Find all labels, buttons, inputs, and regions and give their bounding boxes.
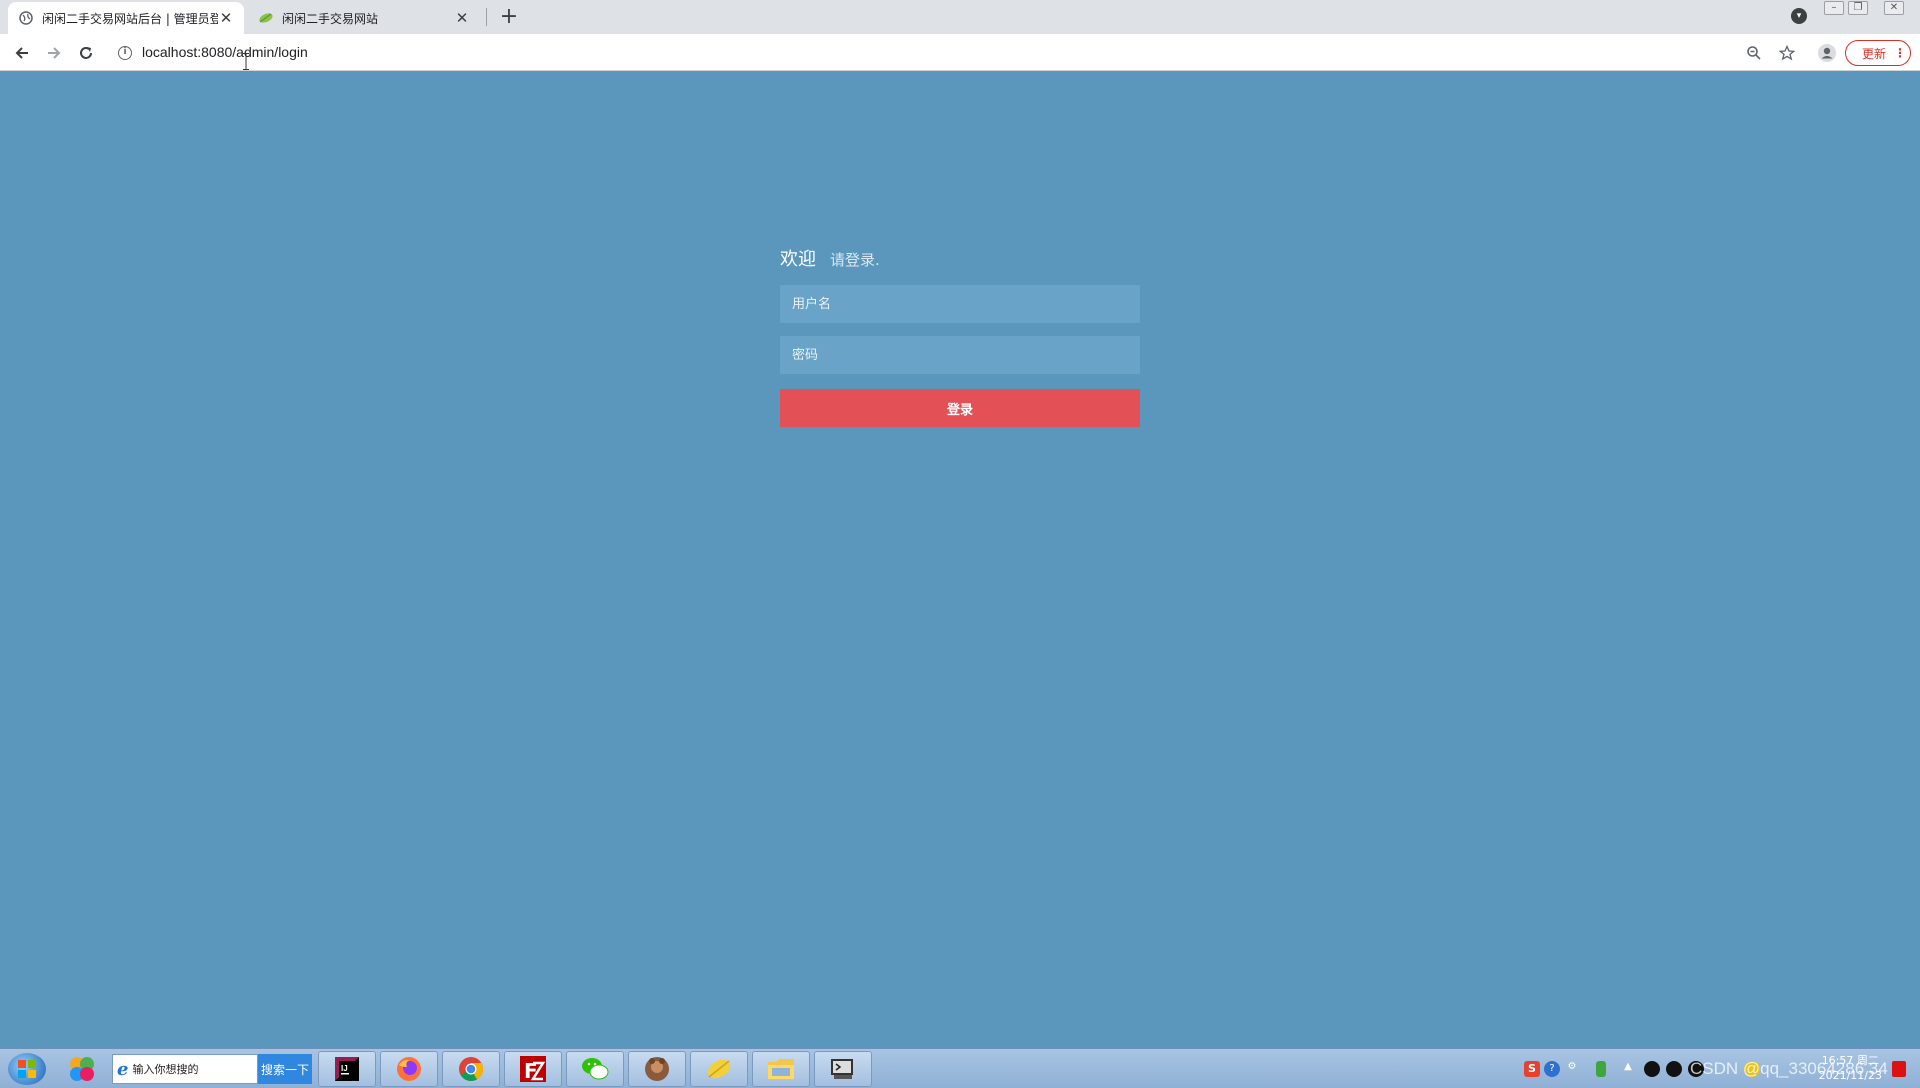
tray-expand-icon[interactable]: ▲ [1620,1061,1636,1077]
reload-button[interactable] [73,40,99,66]
sogou-input-icon[interactable]: S [1524,1061,1540,1077]
profile-avatar-icon[interactable] [1817,43,1837,63]
watermark: CSDN @qq_33064286 34 [1690,1059,1888,1078]
close-icon[interactable]: ✕ [454,10,470,26]
address-bar[interactable]: i localhost:8080/admin/login [110,39,1776,67]
search-placeholder: 输入你想搜的 [132,1063,199,1076]
arrow-left-icon [15,47,28,59]
filezilla-icon[interactable]: F [504,1051,562,1087]
minimize-button[interactable]: – [1824,1,1844,15]
ie-icon: e [117,1058,129,1080]
login-button[interactable]: 登录 [780,389,1140,427]
tab-title: 闲闲二手交易网站后台 | 管理员登 [42,11,218,26]
close-window-button[interactable]: ✕ [1884,1,1904,15]
login-form: 欢迎 请登录. 登录 [780,245,1140,427]
username-input[interactable] [780,285,1140,323]
reload-icon [80,47,92,59]
taskbar: e 输入你想搜的 搜索一下 IJ F S ? ⚙ ▲ 16:57 周二 2021… [0,1048,1920,1088]
password-input[interactable] [780,336,1140,374]
help-icon[interactable]: ? [1544,1061,1560,1077]
taskbar-search-box[interactable]: e 输入你想搜的 [112,1054,258,1084]
update-label: 更新 [1862,46,1887,61]
welcome-title: 欢迎 [780,249,816,270]
ime-settings-icon[interactable]: ⚙ [1564,1061,1580,1077]
firefox-icon[interactable] [380,1051,438,1087]
bookmark-star-icon[interactable] [1777,43,1797,63]
tab-search-icon[interactable]: ▾ [1791,8,1807,24]
close-icon[interactable]: ✕ [218,10,234,26]
update-button[interactable]: 更新 ⋮ [1845,40,1911,66]
file-explorer-icon[interactable] [752,1051,810,1087]
tab-separator [486,8,487,26]
maximize-button[interactable]: ❐ [1848,1,1868,15]
new-tab-button[interactable]: + [496,5,522,31]
avatar-app-icon[interactable] [628,1051,686,1087]
welcome-heading: 欢迎 请登录. [780,245,1140,285]
colorful-app-icon[interactable] [56,1051,108,1087]
menu-dots-icon: ⋮ [1894,46,1907,60]
tab-site-home[interactable]: 闲闲二手交易网站 ✕ [248,2,480,34]
text-cursor-icon [243,53,249,70]
tab-title: 闲闲二手交易网站 [282,11,379,26]
chrome-icon[interactable] [442,1051,500,1087]
svg-text:IJ: IJ [341,1064,348,1073]
windows-logo-icon [18,1060,36,1078]
zoom-icon[interactable] [1744,43,1764,63]
intellij-icon[interactable]: IJ [318,1051,376,1087]
wechat-icon[interactable] [566,1051,624,1087]
battery-icon[interactable] [1596,1061,1606,1077]
browser-toolbar: i localhost:8080/admin/login 更新 ⋮ [0,34,1920,71]
tab-strip: 闲闲二手交易网站后台 | 管理员登 ✕ 闲闲二手交易网站 ✕ + ▾ – ❐ ✕ [0,0,1920,34]
forward-button[interactable] [41,40,67,66]
info-icon[interactable]: i [118,46,132,60]
notification-icon[interactable] [1892,1061,1906,1077]
qq-icon[interactable] [1666,1061,1682,1077]
url-text: localhost:8080/admin/login [142,44,308,60]
globe-icon [18,10,34,26]
terminal-app-icon[interactable] [814,1051,872,1087]
start-button[interactable] [8,1053,46,1085]
back-button[interactable] [9,40,35,66]
login-page: 欢迎 请登录. 登录 [0,71,1920,1048]
qq-icon[interactable] [1644,1061,1660,1077]
leaf-app-icon[interactable] [690,1051,748,1087]
leaf-icon [258,10,274,26]
arrow-right-icon [48,47,61,59]
tab-admin-login[interactable]: 闲闲二手交易网站后台 | 管理员登 ✕ [8,2,244,34]
welcome-subtitle: 请登录. [830,251,880,269]
taskbar-search-button[interactable]: 搜索一下 [258,1054,312,1084]
